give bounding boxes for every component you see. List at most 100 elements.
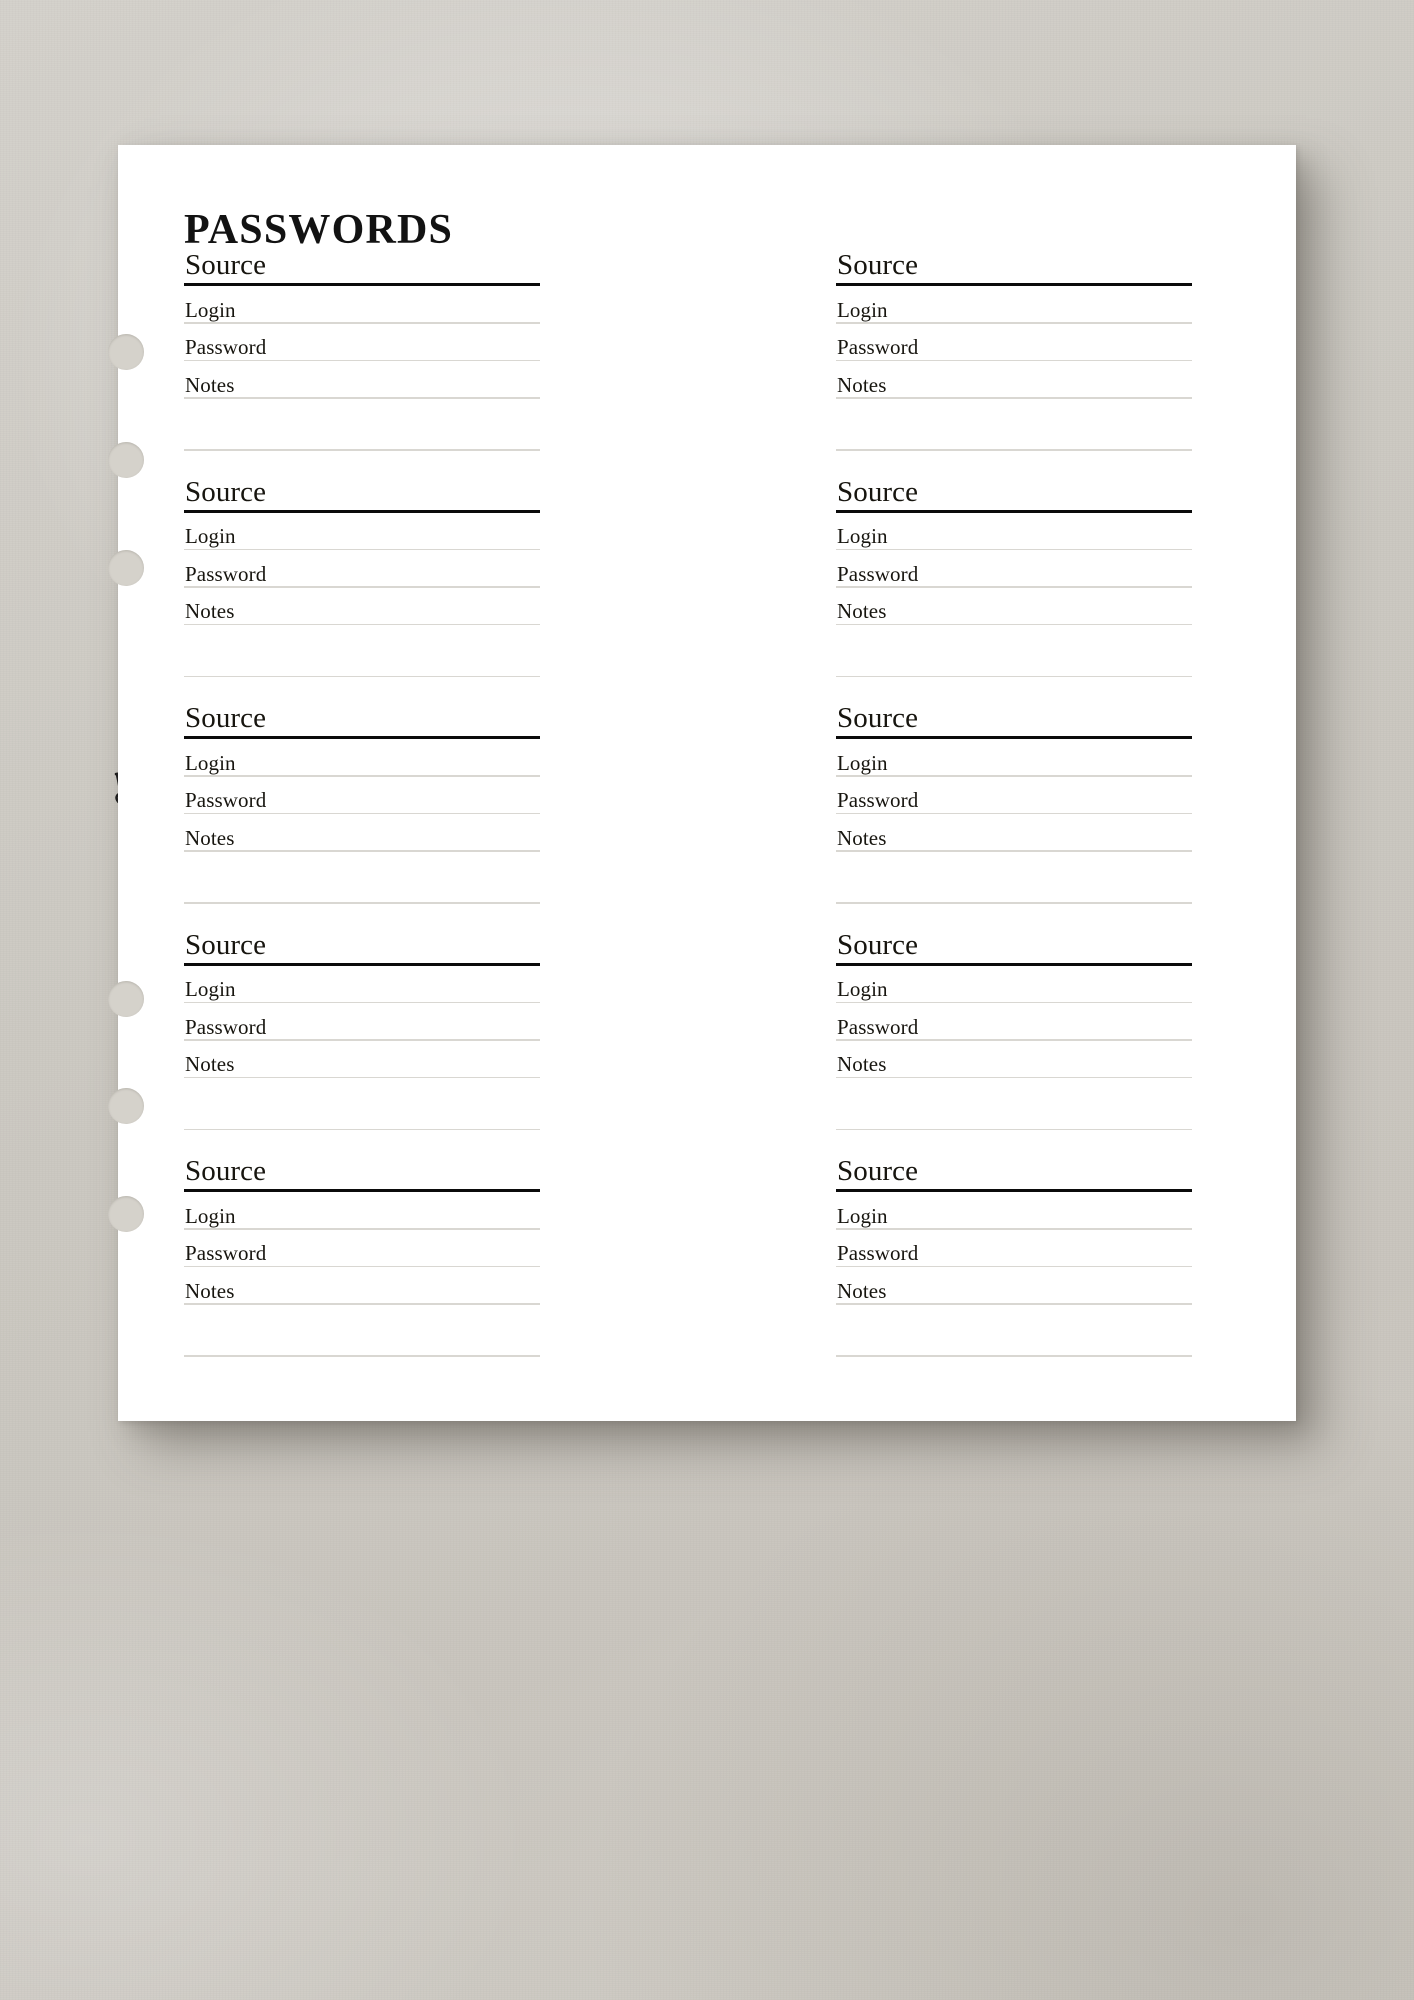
notes-label: Notes [185,372,235,397]
notes-field[interactable]: Notes [184,814,540,852]
password-label: Password [185,561,267,586]
login-field[interactable]: Login [184,513,540,550]
notes-field[interactable]: Notes [836,588,1192,625]
password-label: Password [185,788,267,812]
source-field[interactable]: Source [184,465,540,513]
extra-writing-line[interactable] [184,625,540,677]
password-field[interactable]: Password [836,1230,1192,1267]
extra-writing-line[interactable] [836,1305,1192,1357]
extra-writing-line[interactable] [836,852,1192,904]
notes-field[interactable]: Notes [836,1267,1192,1305]
extra-line-rule [836,675,1192,677]
login-label: Login [185,977,236,1001]
source-field[interactable]: Source [836,465,1192,513]
extra-writing-line[interactable] [836,625,1192,677]
login-label: Login [185,1203,236,1228]
password-entry-block: Source Login Password Notes [836,238,1192,465]
source-field[interactable]: Source [836,1144,1192,1192]
source-label: Source [837,928,919,961]
login-label: Login [837,1203,888,1228]
password-entry-block: Source Login Password Notes [184,238,540,465]
login-label: Login [837,297,888,322]
source-field[interactable]: Source [184,238,540,286]
binder-hole [108,981,144,1017]
source-label: Source [837,249,919,281]
password-entry-block: Source Login Password Notes [184,918,540,1145]
extra-line-rule [836,1355,1192,1357]
extra-line-rule [184,675,540,677]
password-label: Password [837,1014,919,1039]
password-field[interactable]: Password [836,550,1192,588]
source-label: Source [185,928,267,961]
source-label: Source [185,475,267,508]
password-label: Password [185,335,267,359]
extra-writing-line[interactable] [184,399,540,451]
login-field[interactable]: Login [836,286,1192,324]
extra-writing-line[interactable] [184,1305,540,1357]
login-field[interactable]: Login [836,1192,1192,1230]
password-field[interactable]: Password [184,1003,540,1041]
login-label: Login [837,524,888,548]
login-field[interactable]: Login [836,739,1192,777]
source-label: Source [185,1155,267,1187]
login-field[interactable]: Login [184,739,540,777]
login-field[interactable]: Login [184,1192,540,1230]
notes-label: Notes [185,599,235,623]
password-field[interactable]: Password [184,550,540,588]
binder-hole [108,442,144,478]
source-field[interactable]: Source [836,691,1192,739]
password-field[interactable]: Password [184,777,540,814]
login-label: Login [837,750,888,775]
password-entry-block: Source Login Password Notes [836,691,1192,918]
extra-line-rule [836,902,1192,904]
password-label: Password [837,335,919,359]
login-field[interactable]: Login [184,966,540,1003]
notes-label: Notes [837,372,887,397]
source-field[interactable]: Source [184,1144,540,1192]
notes-field[interactable]: Notes [836,361,1192,399]
password-field[interactable]: Password [836,1003,1192,1041]
extra-line-rule [836,1128,1192,1130]
binder-hole [108,1196,144,1232]
source-field[interactable]: Source [184,918,540,966]
password-entry-block: Source Login Password Notes [836,918,1192,1145]
notes-label: Notes [837,825,887,850]
password-field[interactable]: Password [184,1230,540,1267]
password-field[interactable]: Password [836,777,1192,814]
login-label: Login [185,297,236,322]
password-field[interactable]: Password [184,324,540,361]
password-label: Password [837,1241,919,1265]
notes-field[interactable]: Notes [184,361,540,399]
extra-writing-line[interactable] [184,852,540,904]
notes-field[interactable]: Notes [836,814,1192,852]
extra-line-rule [184,1128,540,1130]
source-field[interactable]: Source [184,691,540,739]
extra-line-rule [184,1355,540,1357]
notes-field[interactable]: Notes [184,1267,540,1305]
extra-writing-line[interactable] [184,1078,540,1130]
login-label: Login [185,524,236,548]
notes-field[interactable]: Notes [184,588,540,625]
password-label: Password [837,788,919,812]
extra-writing-line[interactable] [836,399,1192,451]
extra-writing-line[interactable] [836,1078,1192,1130]
notes-label: Notes [837,1052,887,1076]
printable-page: PASSWORDS Source Login Password Notes So… [118,145,1296,1421]
password-entry-block: Source Login Password Notes [184,465,540,692]
notes-field[interactable]: Notes [184,1041,540,1078]
login-field[interactable]: Login [836,966,1192,1003]
source-field[interactable]: Source [836,238,1192,286]
password-label: Password [185,1014,267,1039]
notes-field[interactable]: Notes [836,1041,1192,1078]
login-label: Login [185,750,236,775]
password-field[interactable]: Password [836,324,1192,361]
source-label: Source [837,702,919,734]
login-field[interactable]: Login [836,513,1192,550]
extra-line-rule [836,449,1192,451]
login-field[interactable]: Login [184,286,540,324]
password-label: Password [837,561,919,586]
source-label: Source [837,1155,919,1187]
source-label: Source [837,475,919,508]
source-label: Source [185,249,267,281]
source-field[interactable]: Source [836,918,1192,966]
